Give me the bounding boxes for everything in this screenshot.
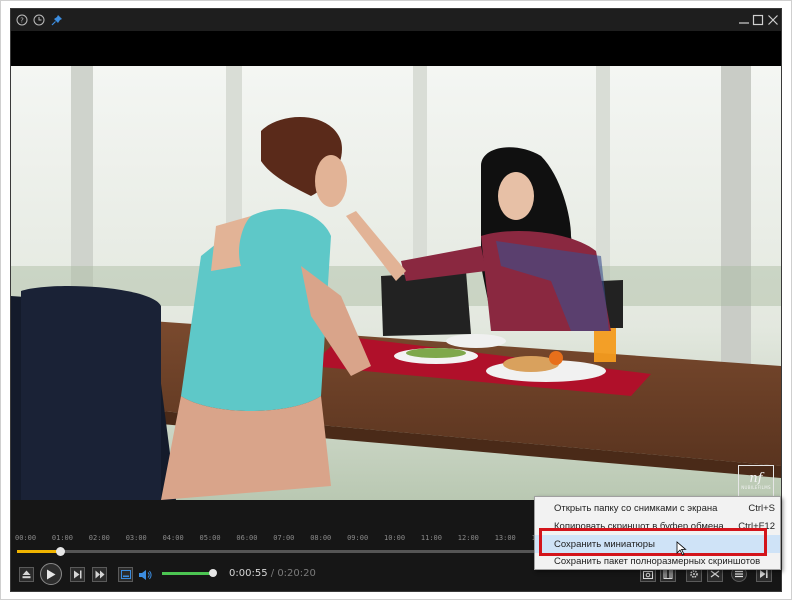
watermark-text: NUBILEFILMS xyxy=(741,484,771,490)
next-frame-button[interactable] xyxy=(70,567,85,582)
gear-icon xyxy=(690,570,698,578)
play-button[interactable] xyxy=(40,563,62,585)
step-forward-icon xyxy=(74,570,82,579)
eject-icon xyxy=(22,570,31,579)
seek-progress xyxy=(17,550,60,553)
svg-text:?: ? xyxy=(20,16,24,24)
video-frame[interactable]: nf NUBILEFILMS xyxy=(11,66,781,500)
video-scene xyxy=(11,66,781,500)
timeline-tick-label: 06:00 xyxy=(236,534,258,542)
volume-slider[interactable] xyxy=(162,569,217,577)
volume-level xyxy=(162,572,213,575)
timeline-tick-label: 08:00 xyxy=(310,534,332,542)
play-icon xyxy=(47,569,56,579)
timeline-tick-label: 09:00 xyxy=(347,534,369,542)
timeline-tick-label: 11:00 xyxy=(420,534,442,542)
watermark-logo: nf NUBILEFILMS xyxy=(738,465,774,497)
time-display: 0:00:55 / 0:20:20 xyxy=(229,568,316,579)
next-file-button[interactable] xyxy=(92,567,107,582)
pin-icon[interactable] xyxy=(50,13,63,26)
menu-item-label: Копировать скриншот в буфер обмена xyxy=(554,521,724,532)
menu-item-shortcut: Ctrl+F12 xyxy=(738,521,775,532)
timeline-tick-label: 12:00 xyxy=(457,534,479,542)
timeline-tick-label: 05:00 xyxy=(199,534,221,542)
mute-button[interactable] xyxy=(137,567,153,582)
menu-item-label: Открыть папку со снимками с экрана xyxy=(554,503,718,514)
history-icon[interactable] xyxy=(32,13,45,26)
help-icon[interactable]: ? xyxy=(15,13,28,26)
speaker-icon xyxy=(139,569,152,580)
menu-item-copy-screenshot[interactable]: Копировать скриншот в буфер обмена Ctrl+… xyxy=(535,517,780,535)
timeline-tick-label: 01:00 xyxy=(51,534,73,542)
timeline-tick-label: 10:00 xyxy=(384,534,406,542)
timeline-tick-label: 02:00 xyxy=(88,534,110,542)
maximize-icon[interactable] xyxy=(751,13,764,26)
camera-icon xyxy=(643,571,653,579)
time-separator: / xyxy=(270,568,275,579)
timeline-tick-label: 13:00 xyxy=(494,534,516,542)
seek-bar[interactable] xyxy=(17,547,535,556)
subtitles-button[interactable] xyxy=(118,567,133,582)
mouse-cursor-icon xyxy=(676,541,687,560)
menu-item-label: Сохранить миниатюры xyxy=(554,539,655,550)
letterbox-top xyxy=(11,31,781,66)
timeline-tick-label: 00:00 xyxy=(15,534,37,542)
subtitles-icon xyxy=(120,570,131,579)
duration: 0:20:20 xyxy=(277,568,316,579)
menu-item-label: Сохранить пакет полноразмерных скриншото… xyxy=(554,556,761,567)
skip-end-icon xyxy=(760,570,768,578)
timeline-tick-label: 07:00 xyxy=(273,534,295,542)
close-icon[interactable] xyxy=(766,13,779,26)
fast-forward-icon xyxy=(95,570,104,579)
title-bar[interactable]: ? xyxy=(11,9,781,31)
stop-button[interactable] xyxy=(19,567,34,582)
menu-item-save-thumbnails[interactable]: Сохранить миниатюры xyxy=(535,535,780,553)
shuffle-icon xyxy=(710,570,720,578)
timeline-tick-label: 03:00 xyxy=(125,534,147,542)
menu-item-shortcut: Ctrl+S xyxy=(748,503,775,514)
timeline-tick-label: 04:00 xyxy=(162,534,184,542)
menu-item-open-screenshot-folder[interactable]: Открыть папку со снимками с экрана Ctrl+… xyxy=(535,499,780,517)
seek-handle[interactable] xyxy=(55,547,65,556)
hamburger-icon xyxy=(735,570,743,578)
film-icon xyxy=(663,569,673,579)
watermark-logo-mark: nf xyxy=(749,470,763,486)
current-time: 0:00:55 xyxy=(229,568,268,579)
minimize-icon[interactable] xyxy=(737,13,750,26)
menu-item-save-full-screenshots[interactable]: Сохранить пакет полноразмерных скриншото… xyxy=(535,552,780,570)
context-menu: Открыть папку со снимками с экрана Ctrl+… xyxy=(534,496,781,570)
volume-handle[interactable] xyxy=(208,569,217,577)
